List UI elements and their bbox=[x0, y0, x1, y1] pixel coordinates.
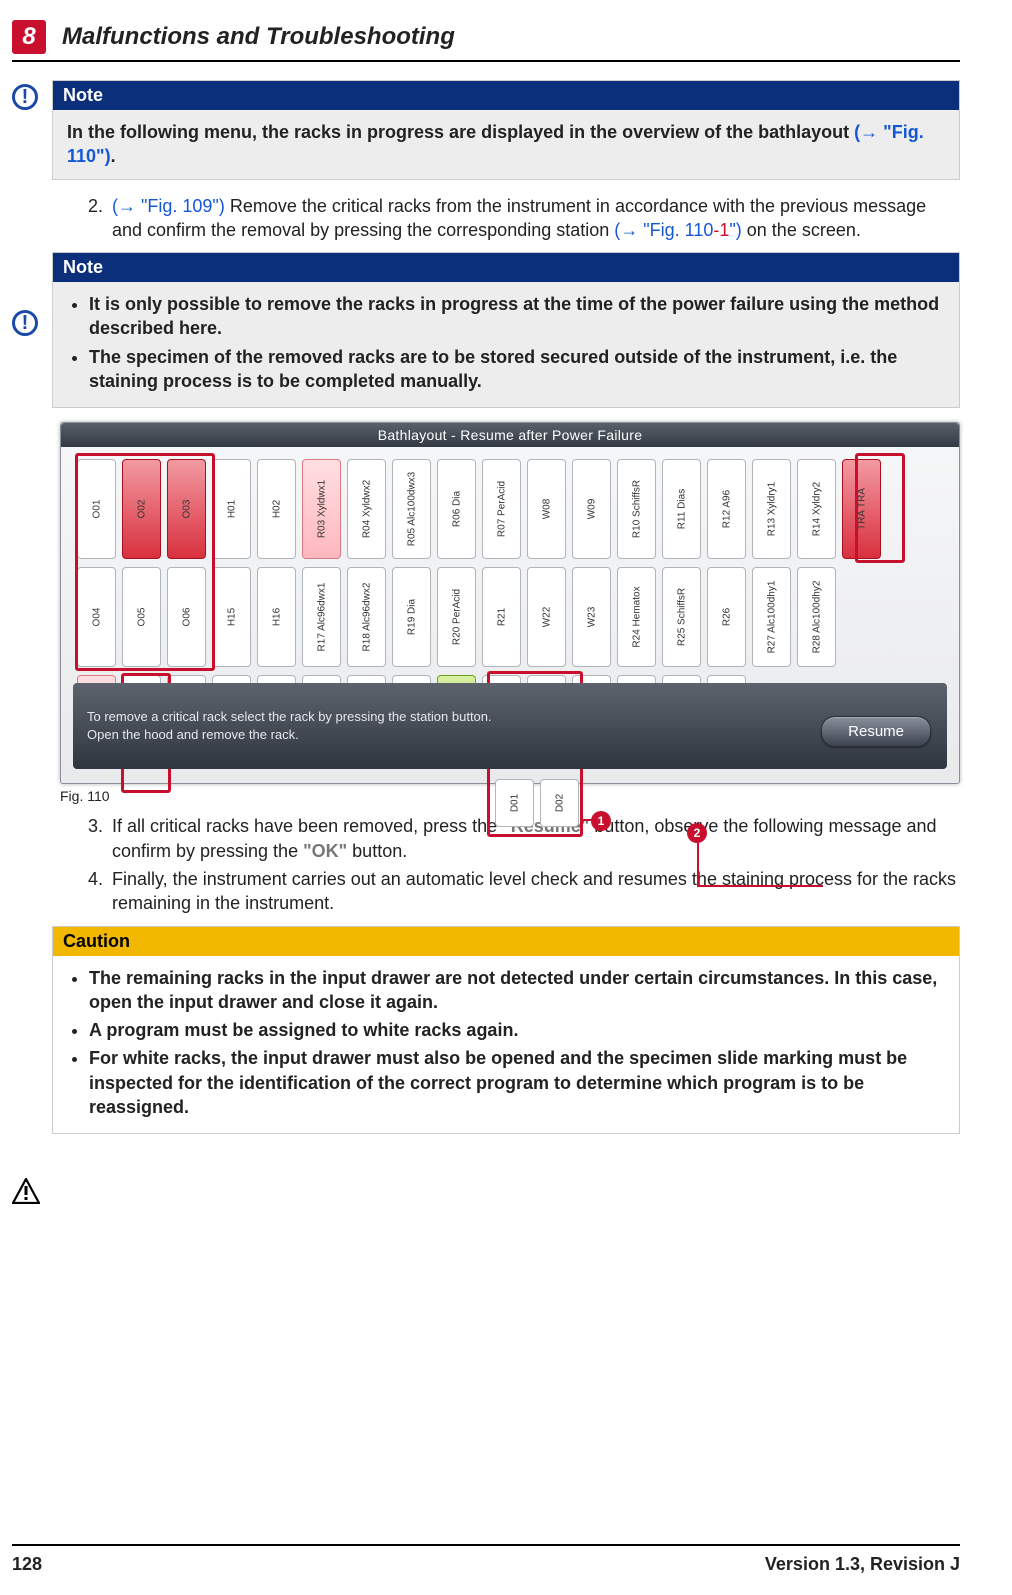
version-label: Version 1.3, Revision J bbox=[765, 1554, 960, 1575]
station-R18[interactable]: R18 Alc96dwx2 bbox=[347, 567, 386, 667]
station-R19[interactable]: R19 Dia bbox=[392, 567, 431, 667]
info-icon: ! bbox=[12, 310, 38, 336]
station-D01[interactable]: D01 bbox=[495, 779, 534, 827]
note-box-2: Note It is only possible to remove the r… bbox=[52, 252, 960, 408]
note-header: Note bbox=[53, 81, 959, 110]
station-W23[interactable]: W23 bbox=[572, 567, 611, 667]
bathlayout-instruction-bar: To remove a critical rack select the rac… bbox=[73, 683, 947, 769]
step2-link2a[interactable]: (→ "Fig. 110 bbox=[614, 220, 713, 240]
step3-a: If all critical racks have been removed,… bbox=[112, 816, 502, 836]
station-O01[interactable]: O01 bbox=[77, 459, 116, 559]
station-D02[interactable]: D02 bbox=[540, 779, 579, 827]
station-R07[interactable]: R07 PerAcid bbox=[482, 459, 521, 559]
step2-link2-red: -1 bbox=[713, 220, 729, 240]
station-O02[interactable]: O02 bbox=[122, 459, 161, 559]
step2-tail: on the screen. bbox=[742, 220, 861, 240]
caution-bullet1: The remaining racks in the input drawer … bbox=[89, 966, 945, 1015]
station-O06[interactable]: O06 bbox=[167, 567, 206, 667]
station-R20[interactable]: R20 PerAcid bbox=[437, 567, 476, 667]
bathlayout-title: Bathlayout - Resume after Power Failure bbox=[61, 423, 959, 447]
figure-110: Bathlayout - Resume after Power Failure … bbox=[60, 422, 960, 784]
page-number: 128 bbox=[12, 1554, 42, 1575]
station-H16[interactable]: H16 bbox=[257, 567, 296, 667]
station-R14[interactable]: R14 Xyldry2 bbox=[797, 459, 836, 559]
step3-c: button. bbox=[347, 841, 407, 861]
page-header: 8 Malfunctions and Troubleshooting bbox=[12, 20, 960, 62]
note1-text-b: . bbox=[111, 146, 116, 166]
bathlayout-screenshot: Bathlayout - Resume after Power Failure … bbox=[60, 422, 960, 784]
step2-link2b[interactable]: ") bbox=[729, 220, 741, 240]
station-R27[interactable]: R27 Alc100dhy1 bbox=[752, 567, 791, 667]
step3-ok-label: "OK" bbox=[303, 841, 347, 861]
station-O03[interactable]: O03 bbox=[167, 459, 206, 559]
warning-icon bbox=[12, 1178, 38, 1204]
step2-link1[interactable]: (→ "Fig. 109") bbox=[112, 196, 225, 216]
chapter-title: Malfunctions and Troubleshooting bbox=[62, 23, 455, 51]
station-R11[interactable]: R11 Dias bbox=[662, 459, 701, 559]
caution-box: Caution The remaining racks in the input… bbox=[52, 926, 960, 1135]
station-H01[interactable]: H01 bbox=[212, 459, 251, 559]
callout-2-line-h bbox=[697, 885, 823, 887]
resume-button[interactable]: Resume bbox=[821, 716, 931, 747]
note2-bullet1: It is only possible to remove the racks … bbox=[89, 292, 945, 341]
step-list-b: If all critical racks have been removed,… bbox=[52, 814, 960, 915]
station-R13[interactable]: R13 Xyldry1 bbox=[752, 459, 791, 559]
station-R04[interactable]: R04 Xyldwx2 bbox=[347, 459, 386, 559]
step-list-a: (→ "Fig. 109") Remove the critical racks… bbox=[52, 194, 960, 243]
station-O05[interactable]: O05 bbox=[122, 567, 161, 667]
note2-bullet2: The specimen of the removed racks are to… bbox=[89, 345, 945, 394]
station-R10[interactable]: R10 SchiffsR bbox=[617, 459, 656, 559]
station-R03[interactable]: R03 Xyldwx1 bbox=[302, 459, 341, 559]
info-icon: ! bbox=[12, 84, 38, 110]
caution-bullet2: A program must be assigned to white rack… bbox=[89, 1018, 945, 1042]
station-W08[interactable]: W08 bbox=[527, 459, 566, 559]
bathlayout-row-1: O01O02O03H01H02R03 Xyldwx1R04 Xyldwx2R05… bbox=[77, 459, 943, 559]
station-R17[interactable]: R17 Alc96dwx1 bbox=[302, 567, 341, 667]
station-W22[interactable]: W22 bbox=[527, 567, 566, 667]
step-2: (→ "Fig. 109") Remove the critical racks… bbox=[108, 194, 960, 243]
note-body: In the following menu, the racks in prog… bbox=[53, 110, 959, 179]
bathlayout-instr1: To remove a critical rack select the rac… bbox=[87, 708, 933, 726]
page-footer: 128 Version 1.3, Revision J bbox=[12, 1544, 960, 1575]
caution-body: The remaining racks in the input drawer … bbox=[53, 956, 959, 1134]
caution-bullet3: For white racks, the input drawer must a… bbox=[89, 1046, 945, 1119]
station-R12[interactable]: R12 A96 bbox=[707, 459, 746, 559]
caution-header: Caution bbox=[53, 927, 959, 956]
station-H15[interactable]: H15 bbox=[212, 567, 251, 667]
station-W09[interactable]: W09 bbox=[572, 459, 611, 559]
station-O04[interactable]: O04 bbox=[77, 567, 116, 667]
station-TRA[interactable]: TRA TRA bbox=[842, 459, 881, 559]
station-R24[interactable]: R24 Hematox bbox=[617, 567, 656, 667]
station-R28[interactable]: R28 Alc100dhy2 bbox=[797, 567, 836, 667]
note-header: Note bbox=[53, 253, 959, 282]
station-R05[interactable]: R05 Alc100dwx3 bbox=[392, 459, 431, 559]
station-R21[interactable]: R21 bbox=[482, 567, 521, 667]
bathlayout-row-2: O04O05O06H15H16R17 Alc96dwx1R18 Alc96dwx… bbox=[77, 567, 943, 667]
station-R06[interactable]: R06 Dia bbox=[437, 459, 476, 559]
note-body: It is only possible to remove the racks … bbox=[53, 282, 959, 407]
callout-2-line bbox=[697, 843, 699, 887]
bathlayout-instr2: Open the hood and remove the rack. bbox=[87, 726, 933, 744]
station-R26[interactable]: R26 bbox=[707, 567, 746, 667]
step-4: Finally, the instrument carries out an a… bbox=[108, 867, 960, 916]
note-box-1: Note In the following menu, the racks in… bbox=[52, 80, 960, 180]
station-R25[interactable]: R25 SchiffsR bbox=[662, 567, 701, 667]
note1-text-a: In the following menu, the racks in prog… bbox=[67, 122, 854, 142]
chapter-number-badge: 8 bbox=[12, 20, 46, 54]
station-H02[interactable]: H02 bbox=[257, 459, 296, 559]
